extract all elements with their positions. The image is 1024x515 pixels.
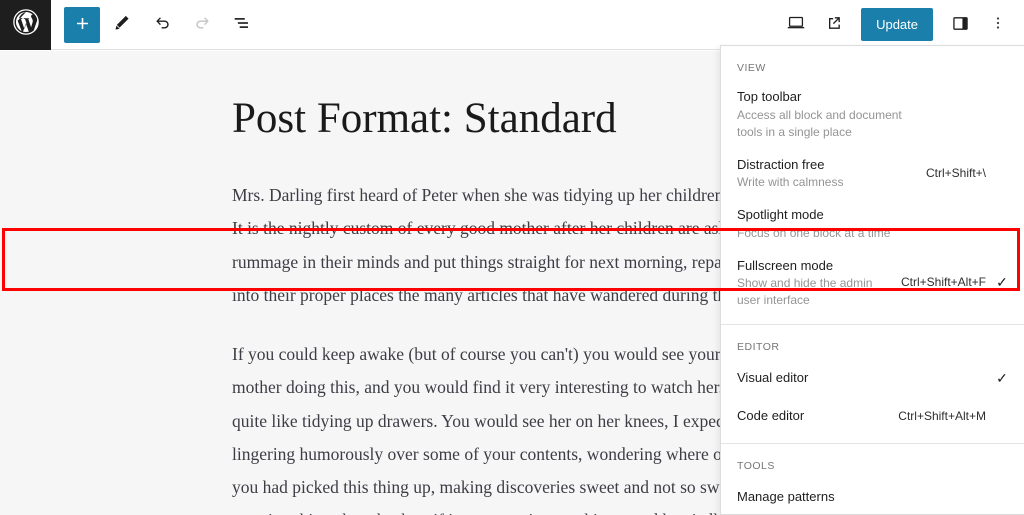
post-paragraph-2[interactable]: If you could keep awake (but of course y… [232, 338, 792, 515]
external-link-icon [824, 13, 844, 36]
edit-tool-button[interactable] [104, 7, 140, 43]
redo-arrow-icon [192, 13, 213, 37]
menu-section-label-tools: TOOLS [737, 460, 775, 473]
menu-item-top-toolbar[interactable]: Top toolbar Access all block and documen… [721, 80, 1024, 148]
toolbar-right-group: Update [778, 7, 1024, 43]
editor-top-bar: Update [0, 0, 1024, 50]
options-dropdown-menu[interactable]: VIEW Top toolbar Access all block and do… [720, 45, 1024, 515]
menu-item-shortcut: Ctrl+Shift+Alt+M [898, 409, 986, 424]
menu-item-title: Distraction free [737, 156, 825, 172]
post-paragraph-1[interactable]: Mrs. Darling first heard of Peter when s… [232, 179, 792, 312]
menu-item-visual-editor[interactable]: Visual editor ✓ [721, 359, 1024, 397]
menu-item-spotlight-mode[interactable]: Spotlight mode Focus on one block at a t… [721, 198, 1024, 249]
check-icon: ✓ [996, 273, 1008, 290]
menu-item-description: Focus on one block at a time [737, 225, 891, 240]
options-button[interactable] [980, 7, 1016, 43]
menu-item-title: Manage patterns [737, 489, 835, 505]
toolbar-left-group [51, 6, 260, 43]
list-view-icon [231, 12, 253, 37]
redo-button[interactable] [184, 7, 220, 43]
menu-item-title: Fullscreen mode [737, 257, 834, 273]
undo-button[interactable] [144, 7, 180, 43]
list-view-button[interactable] [224, 7, 260, 43]
plus-icon [73, 14, 92, 36]
menu-item-title: Spotlight mode [737, 207, 824, 223]
menu-item-distraction-free[interactable]: Distraction free Write with calmness Ctr… [721, 148, 1024, 199]
post-content-area[interactable]: Post Format: Standard Mrs. Darling first… [0, 51, 832, 515]
menu-item-description: Show and hide the admin user interface [737, 276, 873, 308]
update-button[interactable]: Update [861, 8, 933, 41]
undo-arrow-icon [152, 13, 173, 37]
sidebar-panel-icon [950, 13, 971, 37]
sidebar-toggle-button[interactable] [942, 7, 978, 43]
check-icon: ✓ [996, 369, 1008, 386]
menu-item-shortcut: Ctrl+Shift+Alt+F [900, 275, 986, 290]
wordpress-logo-button[interactable] [0, 0, 51, 50]
menu-item-title: Code editor [737, 408, 805, 424]
menu-item-shortcut: Ctrl+Shift+\ [925, 165, 986, 180]
menu-section-label-view: VIEW [737, 62, 766, 74]
pencil-icon [112, 13, 132, 36]
menu-item-description: Access all block and document tools in a… [737, 107, 902, 139]
add-block-button[interactable] [64, 6, 100, 43]
laptop-icon [785, 12, 807, 37]
menu-item-description: Write with calmness [737, 175, 844, 190]
three-dots-vertical-icon [989, 14, 1007, 35]
menu-item-manage-patterns[interactable]: Manage patterns ✓ [721, 478, 1024, 514]
menu-item-title: Visual editor [737, 370, 809, 386]
menu-item-title: Top toolbar [737, 89, 802, 104]
preview-button[interactable] [778, 7, 814, 43]
menu-section-label-editor: EDITOR [737, 341, 780, 354]
menu-item-fullscreen-mode[interactable]: Fullscreen mode Show and hide the admin … [721, 249, 1024, 317]
menu-item-code-editor[interactable]: Code editor Ctrl+Shift+Alt+M ✓ [721, 397, 1024, 435]
wordpress-logo-icon [12, 8, 40, 41]
view-post-button[interactable] [816, 7, 852, 43]
